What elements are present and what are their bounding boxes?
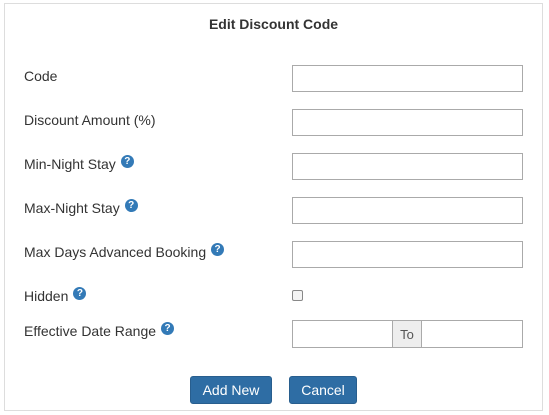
help-icon[interactable]: ? [73, 286, 87, 300]
hidden-checkbox[interactable] [292, 290, 303, 301]
cancel-button[interactable]: Cancel [289, 376, 357, 404]
effective-date-range-label: Effective Date Range ? [24, 321, 175, 339]
edit-discount-code-panel: Edit Discount Code Code Discount Amount … [4, 3, 543, 411]
help-icon[interactable]: ? [120, 154, 134, 168]
max-days-advanced-booking-input[interactable] [292, 241, 523, 268]
end-date-input[interactable] [422, 321, 522, 347]
discount-amount-label-text: Discount Amount (%) [24, 112, 156, 128]
min-night-stay-label: Min-Night Stay ? [24, 154, 134, 172]
min-night-stay-label-text: Min-Night Stay [24, 156, 116, 172]
max-night-stay-input[interactable] [292, 197, 523, 224]
max-days-advanced-booking-label-text: Max Days Advanced Booking [24, 244, 207, 260]
max-night-stay-label-text: Max-Night Stay [24, 200, 120, 216]
code-label-text: Code [24, 68, 58, 84]
start-date-input[interactable] [293, 321, 392, 347]
add-new-button[interactable]: Add New [190, 376, 272, 404]
code-input[interactable] [292, 65, 523, 92]
max-days-advanced-booking-label: Max Days Advanced Booking ? [24, 242, 225, 260]
max-night-stay-label: Max-Night Stay ? [24, 198, 138, 216]
min-night-stay-input[interactable] [292, 153, 523, 180]
effective-date-range-label-text: Effective Date Range [24, 323, 157, 339]
help-icon[interactable]: ? [124, 198, 138, 212]
date-range-group: To [292, 320, 523, 348]
discount-amount-label: Discount Amount (%) [24, 112, 156, 128]
hidden-label: Hidden ? [24, 286, 87, 304]
discount-amount-input[interactable] [292, 109, 523, 136]
help-icon[interactable]: ? [211, 242, 225, 256]
hidden-label-text: Hidden [24, 288, 69, 304]
date-range-separator: To [392, 321, 422, 347]
code-label: Code [24, 68, 57, 84]
form-title: Edit Discount Code [208, 16, 339, 32]
help-icon[interactable]: ? [161, 321, 175, 335]
